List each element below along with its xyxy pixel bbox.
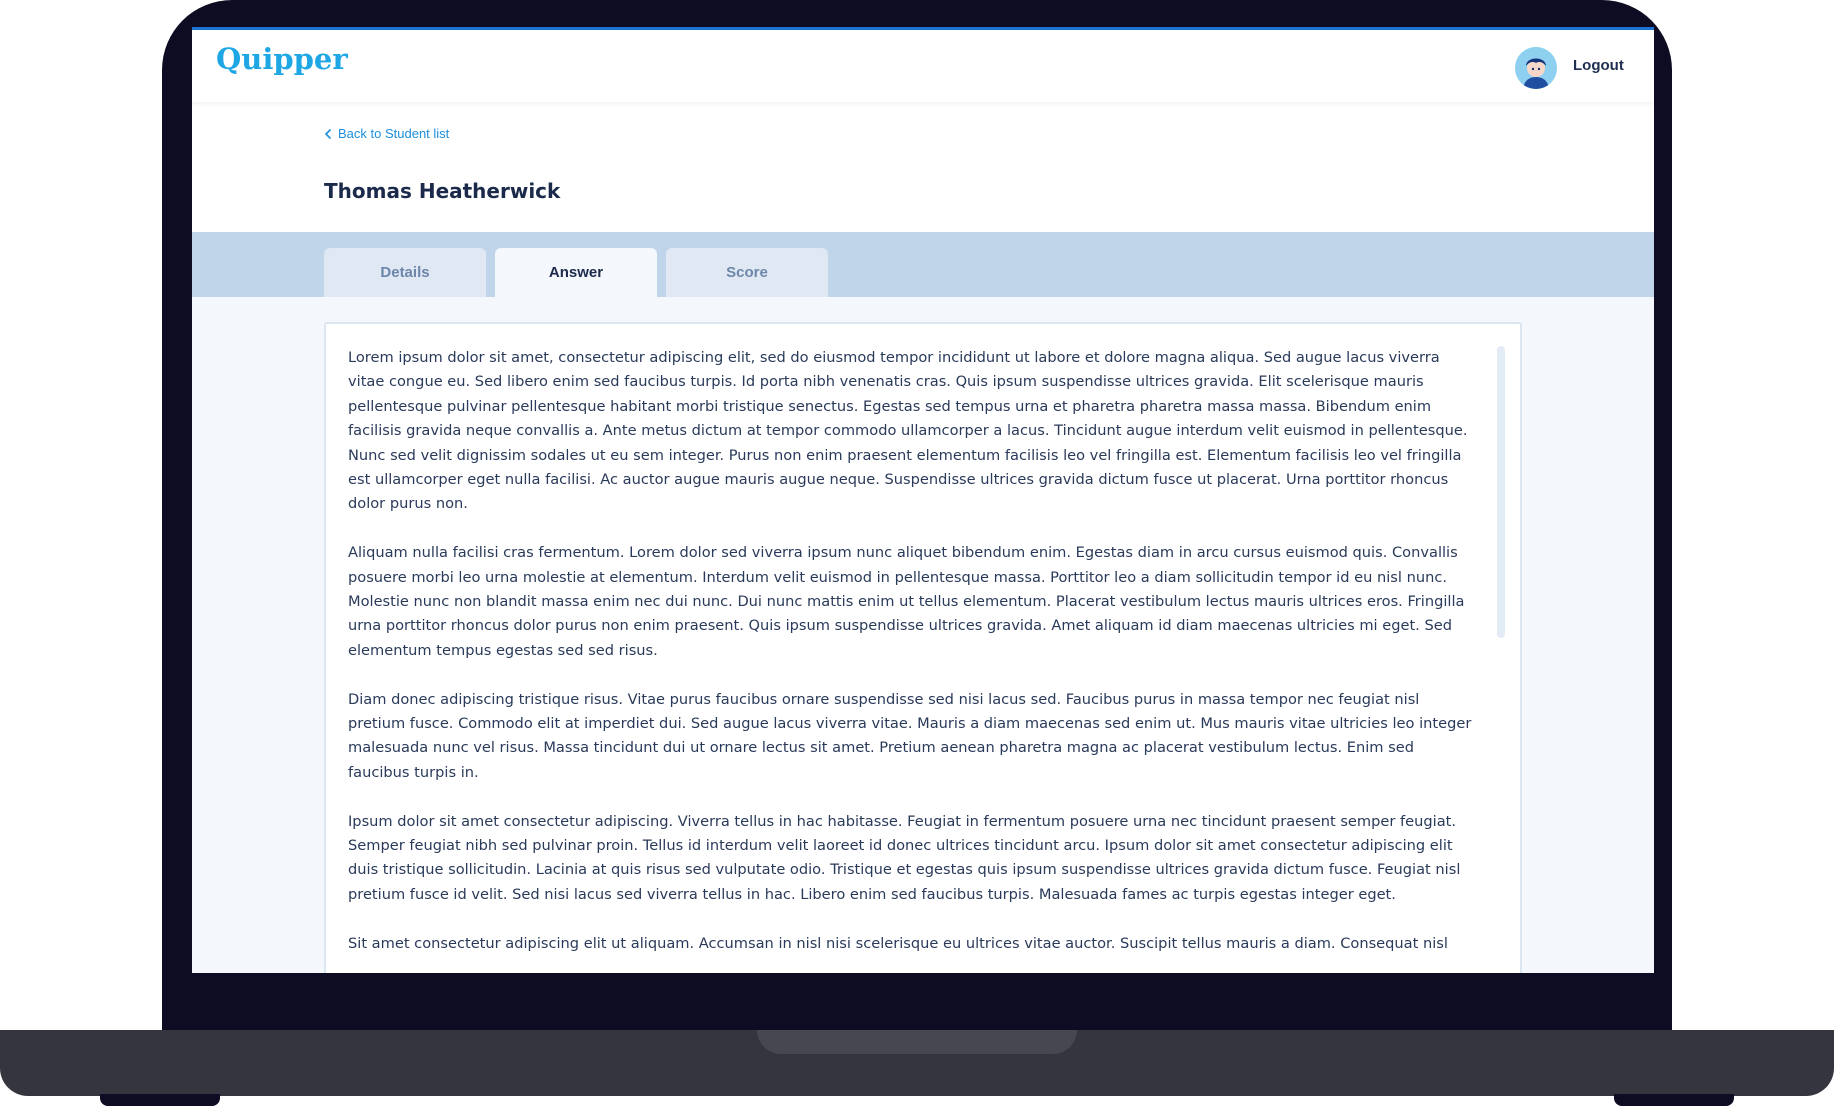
tab-details[interactable]: Details xyxy=(324,248,486,297)
student-name-title: Thomas Heatherwick xyxy=(324,179,561,203)
laptop-base-notch xyxy=(757,1030,1077,1054)
student-avatar-icon-graphic xyxy=(1515,47,1557,89)
tab-answer[interactable]: Answer xyxy=(495,248,657,297)
back-link-label: Back to Student list xyxy=(338,126,450,141)
answer-panel: Lorem ipsum dolor sit amet, consectetur … xyxy=(324,322,1522,973)
chevron-left-icon xyxy=(325,128,331,139)
student-avatar-icon[interactable] xyxy=(1515,47,1557,89)
laptop-foot-right xyxy=(1614,1094,1734,1106)
answer-paragraph: Lorem ipsum dolor sit amet, consectetur … xyxy=(348,349,1468,513)
answer-paragraph: Sit amet consectetur adipiscing elit ut … xyxy=(348,934,1448,952)
answer-paragraph: Aliquam nulla facilisi cras fermentum. L… xyxy=(348,544,1465,659)
logout-button[interactable]: Logout xyxy=(1573,57,1624,74)
answer-text: Lorem ipsum dolor sit amet, consectetur … xyxy=(348,346,1476,973)
answer-paragraph: Ipsum dolor sit amet consectetur adipisc… xyxy=(348,812,1461,903)
quipper-logo[interactable]: Quipper xyxy=(216,42,348,76)
back-to-student-list-link[interactable]: Back to Student list xyxy=(324,126,449,141)
laptop-foot-left xyxy=(100,1094,220,1106)
tab-score[interactable]: Score xyxy=(666,248,828,297)
app-screen: Quipper Logout Back to Student list Thom… xyxy=(192,27,1654,973)
tab-bar: Details Answer Score xyxy=(192,232,1654,297)
answer-scrollbar[interactable] xyxy=(1497,346,1505,638)
answer-paragraph: Diam donec adipiscing tristique risus. V… xyxy=(348,690,1472,781)
app-header: Quipper Logout xyxy=(192,30,1654,102)
